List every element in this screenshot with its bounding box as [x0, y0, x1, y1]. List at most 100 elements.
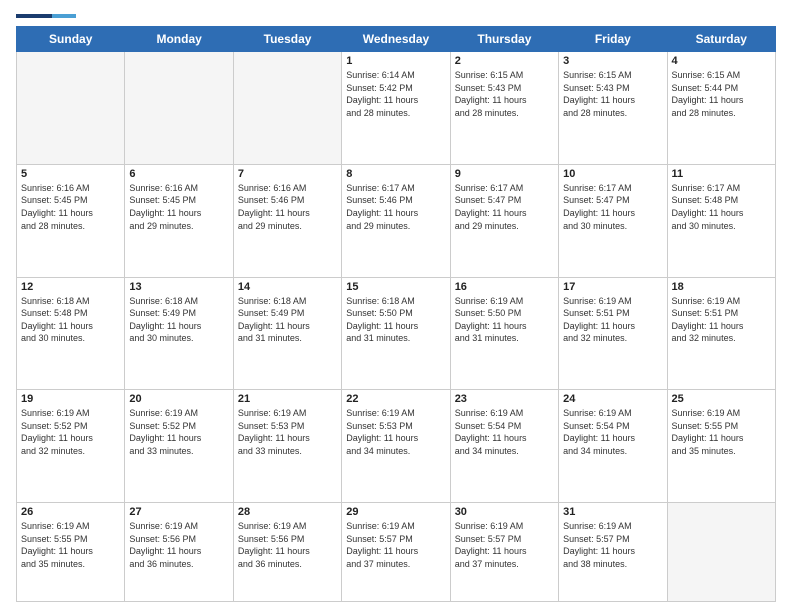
calendar-cell: 27 Sunrise: 6:19 AM Sunset: 5:56 PM Dayli…	[125, 503, 233, 602]
calendar-cell: 3 Sunrise: 6:15 AM Sunset: 5:43 PM Daylig…	[559, 52, 667, 165]
calendar-cell: 28 Sunrise: 6:19 AM Sunset: 5:56 PM Dayli…	[233, 503, 341, 602]
day-number: 27	[129, 506, 228, 518]
day-number: 22	[346, 393, 445, 405]
calendar-cell: 31 Sunrise: 6:19 AM Sunset: 5:57 PM Dayli…	[559, 503, 667, 602]
day-info: Sunrise: 6:17 AM Sunset: 5:48 PM Dayligh…	[672, 182, 771, 232]
calendar-cell: 24 Sunrise: 6:19 AM Sunset: 5:54 PM Dayli…	[559, 390, 667, 503]
day-info: Sunrise: 6:17 AM Sunset: 5:47 PM Dayligh…	[563, 182, 662, 232]
day-info: Sunrise: 6:19 AM Sunset: 5:55 PM Dayligh…	[21, 520, 120, 570]
calendar-cell: 2 Sunrise: 6:15 AM Sunset: 5:43 PM Daylig…	[450, 52, 558, 165]
calendar-cell: 5Sunrise: 6:16 AM Sunset: 5:45 PM Daylig…	[17, 164, 125, 277]
day-info: Sunrise: 6:19 AM Sunset: 5:57 PM Dayligh…	[346, 520, 445, 570]
calendar-cell: 19 Sunrise: 6:19 AM Sunset: 5:52 PM Dayli…	[17, 390, 125, 503]
day-info: Sunrise: 6:19 AM Sunset: 5:54 PM Dayligh…	[563, 407, 662, 457]
day-info: Sunrise: 6:19 AM Sunset: 5:55 PM Dayligh…	[672, 407, 771, 457]
weekday-header: Sunday	[17, 27, 125, 52]
calendar-cell: 26 Sunrise: 6:19 AM Sunset: 5:55 PM Dayli…	[17, 503, 125, 602]
day-number: 8	[346, 168, 445, 180]
day-number: 7	[238, 168, 337, 180]
day-info: Sunrise: 6:19 AM Sunset: 5:52 PM Dayligh…	[21, 407, 120, 457]
calendar-cell: 18 Sunrise: 6:19 AM Sunset: 5:51 PM Dayli…	[667, 277, 775, 390]
day-number: 28	[238, 506, 337, 518]
day-info: Sunrise: 6:16 AM Sunset: 5:45 PM Dayligh…	[129, 182, 228, 232]
calendar-cell: 23 Sunrise: 6:19 AM Sunset: 5:54 PM Dayli…	[450, 390, 558, 503]
weekday-header: Tuesday	[233, 27, 341, 52]
day-info: Sunrise: 6:17 AM Sunset: 5:46 PM Dayligh…	[346, 182, 445, 232]
header	[16, 12, 776, 18]
calendar-cell: 16 Sunrise: 6:19 AM Sunset: 5:50 PM Dayli…	[450, 277, 558, 390]
day-number: 17	[563, 281, 662, 293]
weekday-header: Saturday	[667, 27, 775, 52]
calendar-cell: 12 Sunrise: 6:18 AM Sunset: 5:48 PM Dayli…	[17, 277, 125, 390]
calendar-cell	[233, 52, 341, 165]
calendar-cell: 4Sunrise: 6:15 AM Sunset: 5:44 PM Daylig…	[667, 52, 775, 165]
day-number: 9	[455, 168, 554, 180]
calendar-cell: 1 Sunrise: 6:14 AM Sunset: 5:42 PM Daylig…	[342, 52, 450, 165]
day-info: Sunrise: 6:19 AM Sunset: 5:57 PM Dayligh…	[563, 520, 662, 570]
day-number: 24	[563, 393, 662, 405]
day-info: Sunrise: 6:15 AM Sunset: 5:43 PM Dayligh…	[455, 69, 554, 119]
calendar-cell: 9 Sunrise: 6:17 AM Sunset: 5:47 PM Daylig…	[450, 164, 558, 277]
calendar-cell: 14Sunrise: 6:18 AM Sunset: 5:49 PM Dayli…	[233, 277, 341, 390]
day-info: Sunrise: 6:19 AM Sunset: 5:50 PM Dayligh…	[455, 295, 554, 345]
day-info: Sunrise: 6:19 AM Sunset: 5:53 PM Dayligh…	[238, 407, 337, 457]
weekday-header: Thursday	[450, 27, 558, 52]
day-info: Sunrise: 6:15 AM Sunset: 5:43 PM Dayligh…	[563, 69, 662, 119]
day-number: 10	[563, 168, 662, 180]
day-number: 18	[672, 281, 771, 293]
day-info: Sunrise: 6:18 AM Sunset: 5:49 PM Dayligh…	[238, 295, 337, 345]
day-info: Sunrise: 6:14 AM Sunset: 5:42 PM Dayligh…	[346, 69, 445, 119]
calendar-cell: 15 Sunrise: 6:18 AM Sunset: 5:50 PM Dayli…	[342, 277, 450, 390]
day-number: 25	[672, 393, 771, 405]
day-info: Sunrise: 6:19 AM Sunset: 5:52 PM Dayligh…	[129, 407, 228, 457]
day-info: Sunrise: 6:19 AM Sunset: 5:54 PM Dayligh…	[455, 407, 554, 457]
day-number: 11	[672, 168, 771, 180]
calendar-cell	[125, 52, 233, 165]
day-info: Sunrise: 6:19 AM Sunset: 5:56 PM Dayligh…	[238, 520, 337, 570]
day-number: 16	[455, 281, 554, 293]
day-number: 6	[129, 168, 228, 180]
calendar-cell	[17, 52, 125, 165]
day-number: 13	[129, 281, 228, 293]
calendar-cell: 21 Sunrise: 6:19 AM Sunset: 5:53 PM Dayli…	[233, 390, 341, 503]
day-info: Sunrise: 6:18 AM Sunset: 5:50 PM Dayligh…	[346, 295, 445, 345]
page: SundayMondayTuesdayWednesdayThursdayFrid…	[0, 0, 792, 612]
calendar-cell: 25 Sunrise: 6:19 AM Sunset: 5:55 PM Dayli…	[667, 390, 775, 503]
weekday-header: Wednesday	[342, 27, 450, 52]
calendar-cell	[667, 503, 775, 602]
day-number: 26	[21, 506, 120, 518]
day-info: Sunrise: 6:16 AM Sunset: 5:46 PM Dayligh…	[238, 182, 337, 232]
calendar-cell: 11 Sunrise: 6:17 AM Sunset: 5:48 PM Dayli…	[667, 164, 775, 277]
calendar-cell: 20 Sunrise: 6:19 AM Sunset: 5:52 PM Dayli…	[125, 390, 233, 503]
day-info: Sunrise: 6:19 AM Sunset: 5:51 PM Dayligh…	[563, 295, 662, 345]
day-number: 2	[455, 55, 554, 67]
day-info: Sunrise: 6:19 AM Sunset: 5:57 PM Dayligh…	[455, 520, 554, 570]
day-info: Sunrise: 6:19 AM Sunset: 5:56 PM Dayligh…	[129, 520, 228, 570]
calendar-cell: 6 Sunrise: 6:16 AM Sunset: 5:45 PM Daylig…	[125, 164, 233, 277]
day-info: Sunrise: 6:18 AM Sunset: 5:49 PM Dayligh…	[129, 295, 228, 345]
logo-bar	[16, 14, 76, 18]
day-info: Sunrise: 6:17 AM Sunset: 5:47 PM Dayligh…	[455, 182, 554, 232]
day-number: 19	[21, 393, 120, 405]
weekday-header: Monday	[125, 27, 233, 52]
calendar-cell: 22 Sunrise: 6:19 AM Sunset: 5:53 PM Dayli…	[342, 390, 450, 503]
day-number: 15	[346, 281, 445, 293]
day-number: 31	[563, 506, 662, 518]
day-number: 21	[238, 393, 337, 405]
day-info: Sunrise: 6:16 AM Sunset: 5:45 PM Dayligh…	[21, 182, 120, 232]
calendar-cell: 13 Sunrise: 6:18 AM Sunset: 5:49 PM Dayli…	[125, 277, 233, 390]
day-number: 20	[129, 393, 228, 405]
calendar-cell: 7 Sunrise: 6:16 AM Sunset: 5:46 PM Daylig…	[233, 164, 341, 277]
day-number: 3	[563, 55, 662, 67]
day-number: 12	[21, 281, 120, 293]
day-info: Sunrise: 6:15 AM Sunset: 5:44 PM Dayligh…	[672, 69, 771, 119]
day-info: Sunrise: 6:19 AM Sunset: 5:51 PM Dayligh…	[672, 295, 771, 345]
day-info: Sunrise: 6:18 AM Sunset: 5:48 PM Dayligh…	[21, 295, 120, 345]
calendar-cell: 10 Sunrise: 6:17 AM Sunset: 5:47 PM Dayli…	[559, 164, 667, 277]
day-info: Sunrise: 6:19 AM Sunset: 5:53 PM Dayligh…	[346, 407, 445, 457]
day-number: 23	[455, 393, 554, 405]
calendar-table: SundayMondayTuesdayWednesdayThursdayFrid…	[16, 26, 776, 602]
day-number: 1	[346, 55, 445, 67]
logo	[16, 12, 76, 18]
calendar-cell: 8 Sunrise: 6:17 AM Sunset: 5:46 PM Daylig…	[342, 164, 450, 277]
